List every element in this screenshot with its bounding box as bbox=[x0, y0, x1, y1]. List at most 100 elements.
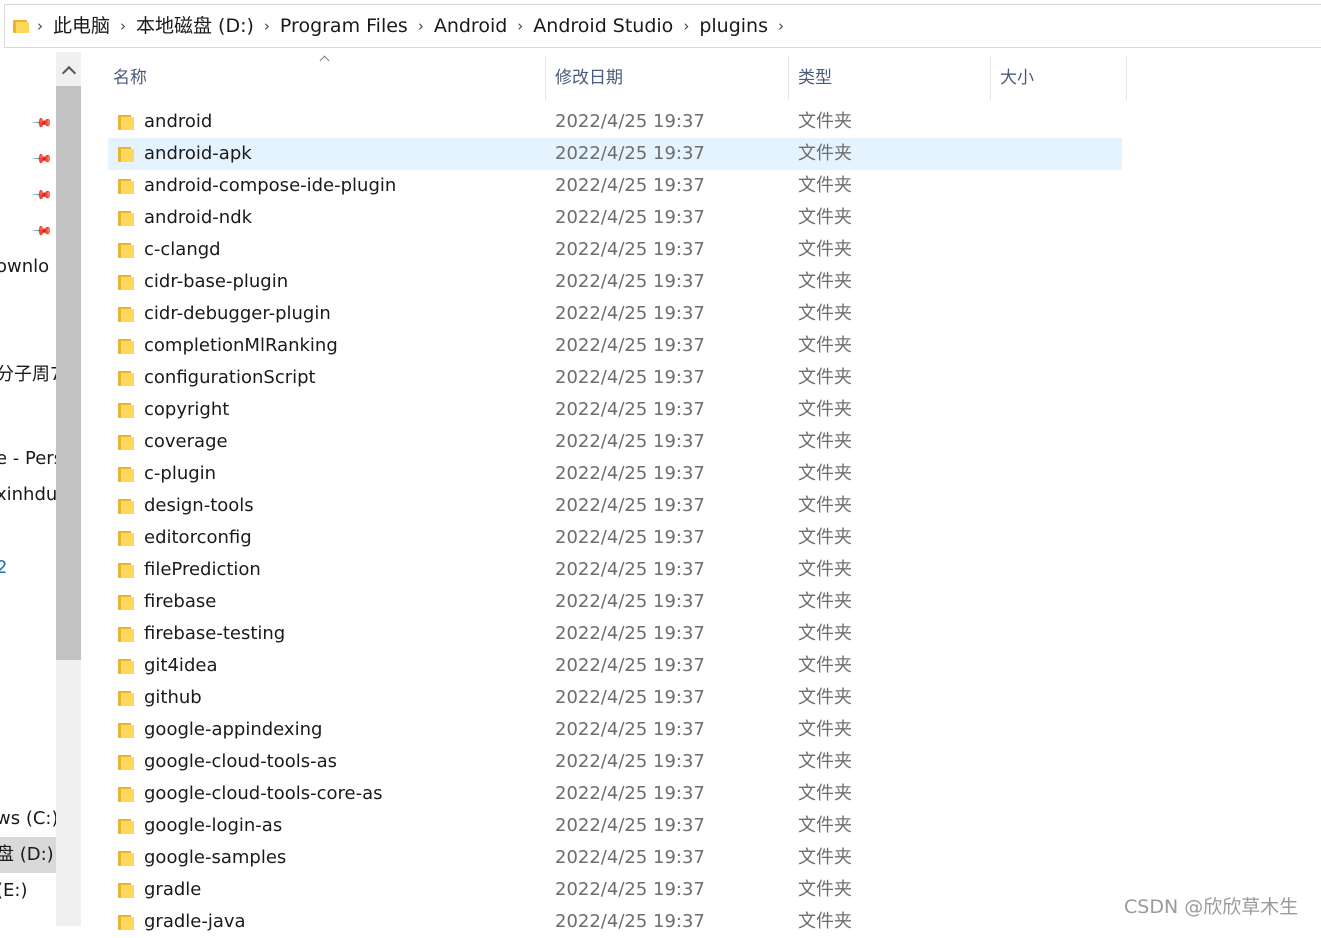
column-divider[interactable] bbox=[1126, 56, 1127, 100]
file-row[interactable]: android-compose-ide-plugin 2022/4/25 19:3… bbox=[108, 170, 1122, 202]
file-row[interactable]: google-cloud-tools-core-as 2022/4/25 19:3… bbox=[108, 778, 1122, 810]
file-row[interactable]: firebase-testing 2022/4/25 19:37 文件夹 bbox=[108, 618, 1122, 650]
file-modified-date: 2022/4/25 19:37 bbox=[555, 655, 705, 676]
file-type: 文件夹 bbox=[798, 239, 852, 260]
file-modified-date: 2022/4/25 19:37 bbox=[555, 559, 705, 580]
nav-item-onedrive[interactable]: e - Pers bbox=[0, 446, 56, 472]
file-name: github bbox=[144, 687, 202, 708]
scroll-up-button[interactable] bbox=[56, 52, 81, 88]
file-row[interactable]: google-appindexing 2022/4/25 19:37 文件夹 bbox=[108, 714, 1122, 746]
breadcrumb-item[interactable]: plugins bbox=[697, 4, 770, 48]
file-modified-date: 2022/4/25 19:37 bbox=[555, 303, 705, 324]
nav-item-downloads[interactable]: ownlo bbox=[0, 254, 49, 280]
file-name: cidr-debugger-plugin bbox=[144, 303, 331, 324]
column-header-name[interactable]: 名称 bbox=[113, 56, 147, 100]
file-row[interactable]: design-tools 2022/4/25 19:37 文件夹 bbox=[108, 490, 1122, 522]
file-row[interactable]: copyright 2022/4/25 19:37 文件夹 bbox=[108, 394, 1122, 426]
breadcrumb-item[interactable]: Program Files bbox=[278, 4, 410, 48]
breadcrumb-item[interactable]: Android Studio bbox=[531, 4, 675, 48]
file-row[interactable]: gradle-java 2022/4/25 19:37 文件夹 bbox=[108, 906, 1122, 938]
file-type: 文件夹 bbox=[798, 687, 852, 708]
chevron-right-icon[interactable]: › bbox=[410, 4, 432, 48]
folder-icon bbox=[118, 818, 134, 834]
folder-icon bbox=[118, 786, 134, 802]
chevron-up-icon bbox=[61, 65, 76, 81]
column-header-date[interactable]: 修改日期 bbox=[555, 56, 623, 100]
nav-scrollbar[interactable] bbox=[56, 52, 81, 926]
file-row[interactable]: filePrediction 2022/4/25 19:37 文件夹 bbox=[108, 554, 1122, 586]
file-name: gradle-java bbox=[144, 911, 246, 932]
file-row[interactable]: coverage 2022/4/25 19:37 文件夹 bbox=[108, 426, 1122, 458]
file-type: 文件夹 bbox=[798, 815, 852, 836]
breadcrumb-item[interactable]: Android bbox=[432, 4, 509, 48]
file-row[interactable]: android-ndk 2022/4/25 19:37 文件夹 bbox=[108, 202, 1122, 234]
file-name: copyright bbox=[144, 399, 230, 420]
nav-item-drive-c[interactable]: ws (C:) bbox=[0, 806, 56, 832]
file-type: 文件夹 bbox=[798, 335, 852, 356]
file-type: 文件夹 bbox=[798, 271, 852, 292]
nav-item-user[interactable]: xinhdu bbox=[0, 482, 56, 508]
folder-icon bbox=[118, 242, 134, 258]
file-row[interactable]: github 2022/4/25 19:37 文件夹 bbox=[108, 682, 1122, 714]
file-modified-date: 2022/4/25 19:37 bbox=[555, 527, 705, 548]
chevron-right-icon[interactable]: › bbox=[770, 4, 792, 48]
file-row[interactable]: firebase 2022/4/25 19:37 文件夹 bbox=[108, 586, 1122, 618]
nav-item-folder[interactable]: 分子周7 bbox=[0, 362, 56, 388]
file-name: firebase bbox=[144, 591, 217, 612]
file-row[interactable]: gradle 2022/4/25 19:37 文件夹 bbox=[108, 874, 1122, 906]
file-row[interactable]: configurationScript 2022/4/25 19:37 文件夹 bbox=[108, 362, 1122, 394]
file-type: 文件夹 bbox=[798, 495, 852, 516]
folder-icon bbox=[118, 754, 134, 770]
pin-icon: 📌 bbox=[31, 112, 54, 135]
file-row[interactable]: git4idea 2022/4/25 19:37 文件夹 bbox=[108, 650, 1122, 682]
breadcrumb[interactable]: › 此电脑 › 本地磁盘 (D:) › Program Files › Android › And… bbox=[4, 4, 1321, 48]
folder-icon bbox=[118, 114, 134, 130]
folder-icon bbox=[118, 658, 134, 674]
breadcrumb-item[interactable]: 此电脑 bbox=[51, 4, 112, 48]
folder-icon bbox=[118, 210, 134, 226]
file-type: 文件夹 bbox=[798, 719, 852, 740]
file-name: completionMlRanking bbox=[144, 335, 338, 356]
file-type: 文件夹 bbox=[798, 303, 852, 324]
navigation-pane[interactable]: 📌 📌 📌 📌 ownlo 分子周7 e - Pers xinhdu 2 ws … bbox=[0, 52, 56, 926]
file-row[interactable]: c-plugin 2022/4/25 19:37 文件夹 bbox=[108, 458, 1122, 490]
file-type: 文件夹 bbox=[798, 207, 852, 228]
chevron-right-icon[interactable]: › bbox=[256, 4, 278, 48]
column-divider[interactable] bbox=[990, 56, 991, 100]
file-row[interactable]: cidr-base-plugin 2022/4/25 19:37 文件夹 bbox=[108, 266, 1122, 298]
scrollbar-thumb[interactable] bbox=[56, 86, 81, 660]
file-row[interactable]: android 2022/4/25 19:37 文件夹 bbox=[108, 106, 1122, 138]
file-type: 文件夹 bbox=[798, 879, 852, 900]
column-header-type[interactable]: 类型 bbox=[798, 56, 832, 100]
file-type: 文件夹 bbox=[798, 623, 852, 644]
file-row[interactable]: google-samples 2022/4/25 19:37 文件夹 bbox=[108, 842, 1122, 874]
nav-item-thispc[interactable]: 2 bbox=[0, 555, 7, 581]
file-row[interactable]: completionMlRanking 2022/4/25 19:37 文件夹 bbox=[108, 330, 1122, 362]
address-bar[interactable]: › 此电脑 › 本地磁盘 (D:) › Program Files › Android › And… bbox=[0, 0, 1321, 52]
file-row[interactable]: cidr-debugger-plugin 2022/4/25 19:37 文件夹 bbox=[108, 298, 1122, 330]
chevron-right-icon[interactable]: › bbox=[509, 4, 531, 48]
file-modified-date: 2022/4/25 19:37 bbox=[555, 271, 705, 292]
file-name: configurationScript bbox=[144, 367, 316, 388]
column-divider[interactable] bbox=[545, 56, 546, 100]
file-row[interactable]: android-apk 2022/4/25 19:37 文件夹 bbox=[108, 138, 1122, 170]
folder-icon bbox=[118, 562, 134, 578]
file-row[interactable]: google-login-as 2022/4/25 19:37 文件夹 bbox=[108, 810, 1122, 842]
file-type: 文件夹 bbox=[798, 751, 852, 772]
chevron-right-icon[interactable]: › bbox=[29, 4, 51, 48]
chevron-right-icon[interactable]: › bbox=[112, 4, 134, 48]
column-header-size[interactable]: 大小 bbox=[1000, 56, 1034, 100]
file-row[interactable]: google-cloud-tools-as 2022/4/25 19:37 文件夹 bbox=[108, 746, 1122, 778]
breadcrumb-item[interactable]: 本地磁盘 (D:) bbox=[134, 4, 256, 48]
chevron-right-icon[interactable]: › bbox=[675, 4, 697, 48]
folder-icon bbox=[118, 178, 134, 194]
file-row[interactable]: editorconfig 2022/4/25 19:37 文件夹 bbox=[108, 522, 1122, 554]
file-row[interactable]: c-clangd 2022/4/25 19:37 文件夹 bbox=[108, 234, 1122, 266]
folder-icon bbox=[118, 434, 134, 450]
file-name: gradle bbox=[144, 879, 202, 900]
nav-item-drive-d[interactable]: 盘 (D:) bbox=[0, 842, 54, 868]
file-type: 文件夹 bbox=[798, 463, 852, 484]
file-type: 文件夹 bbox=[798, 655, 852, 676]
nav-item-drive-e[interactable]: (E:) bbox=[0, 878, 27, 904]
column-divider[interactable] bbox=[788, 56, 789, 100]
